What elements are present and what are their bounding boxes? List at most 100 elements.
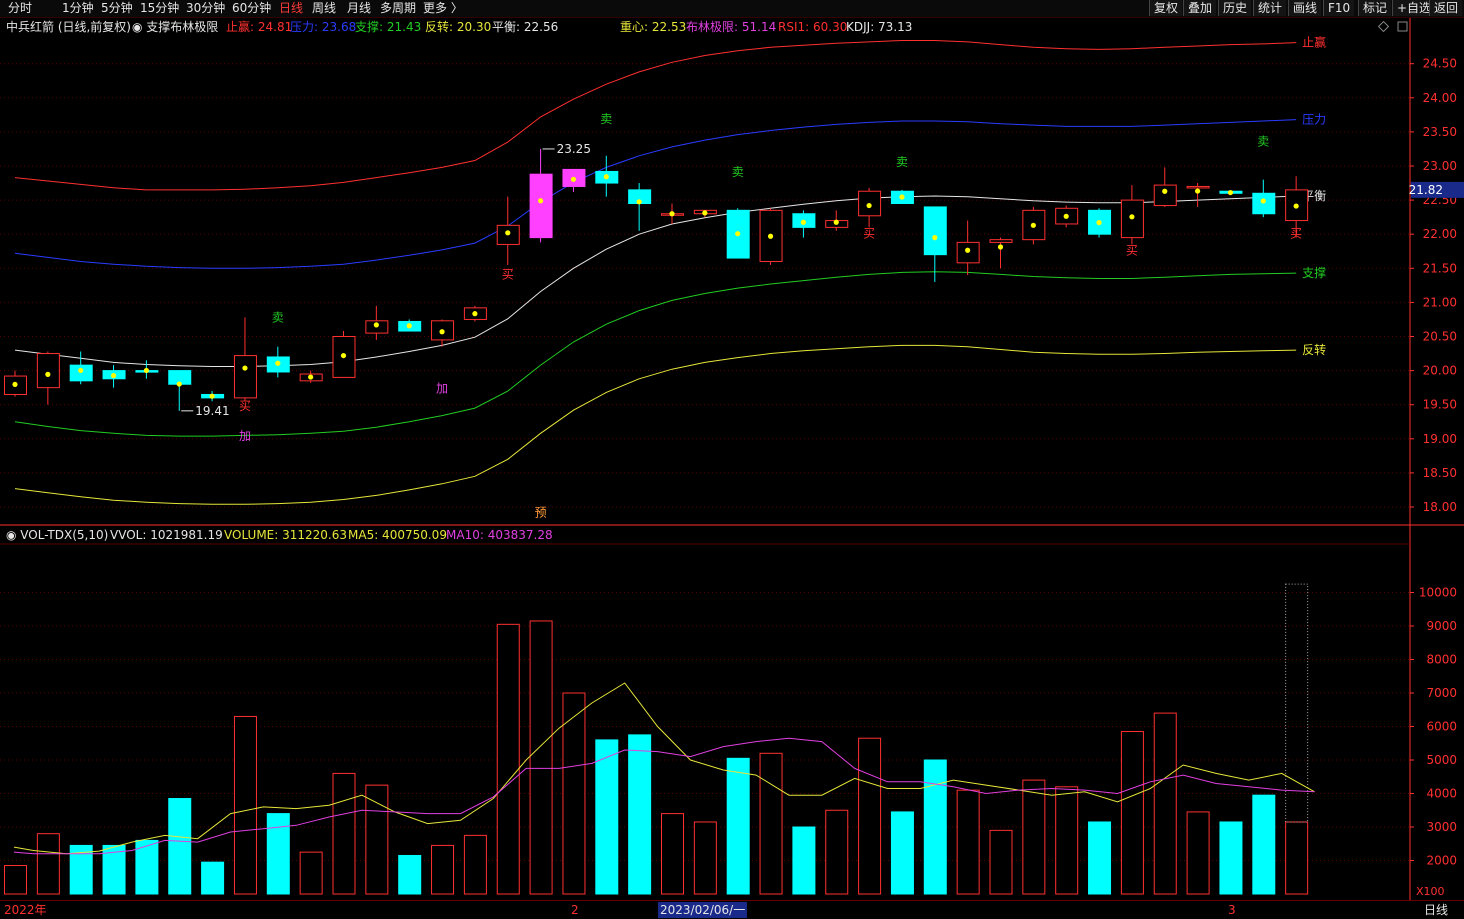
candle-center-dot	[702, 210, 708, 216]
price-tick-label: 19.50	[1423, 398, 1457, 412]
price-annotation: 23.25	[557, 142, 591, 156]
candle-center-dot	[833, 219, 839, 225]
volume-bar	[365, 784, 389, 895]
candle-body	[529, 173, 553, 239]
volume-tick-label: 7000	[1426, 686, 1457, 700]
candle-body	[1153, 184, 1177, 207]
volume-bar	[233, 715, 257, 895]
candle-body	[989, 239, 1013, 243]
volume-tick-label: 4000	[1426, 787, 1457, 801]
candle-center-dot	[932, 235, 938, 241]
candle-center-dot	[866, 202, 872, 209]
date-axis-label: 2022年	[4, 903, 47, 917]
volume-bar	[463, 834, 487, 895]
date-axis-bar: 2022年 2 2023/02/06/一 3 日线	[0, 900, 1464, 919]
legend-box-icon	[1397, 21, 1408, 32]
price-annotation: 19.41	[195, 404, 229, 418]
volume-bar	[4, 865, 27, 895]
volume-bar	[628, 734, 652, 895]
date-axis-label: 2	[571, 903, 579, 917]
candle-center-dot	[110, 372, 117, 379]
candle-center-dot	[1063, 213, 1069, 219]
signal-marker: 买	[863, 227, 875, 241]
series-line-4	[14, 344, 1297, 505]
volume-tick-label: 6000	[1426, 720, 1457, 734]
candle-center-dot	[242, 365, 248, 371]
price-tick-label: 20.00	[1423, 364, 1457, 378]
volume-bar	[398, 854, 422, 895]
volume-tick-label: 10000	[1419, 586, 1457, 600]
candle-center-dot	[636, 199, 642, 205]
volume-bar	[825, 809, 849, 895]
candle-center-dot	[209, 393, 215, 399]
candle-body	[69, 364, 93, 382]
signal-marker: 卖	[272, 310, 284, 324]
volume-bar	[1186, 811, 1210, 895]
volume-tick-label: 3000	[1426, 820, 1457, 834]
candle-center-dot	[373, 322, 379, 328]
candle-center-dot	[1260, 198, 1266, 204]
volume-bar	[858, 737, 882, 895]
volume-bar	[989, 829, 1013, 895]
volume-tick-label: 2000	[1426, 854, 1457, 868]
candle-center-dot	[176, 381, 182, 387]
signal-marker: 买	[239, 399, 251, 413]
candle-body	[233, 355, 257, 399]
volume-tick-label: 8000	[1426, 653, 1457, 667]
volume-bar	[890, 811, 914, 895]
stock-chart[interactable]: 18.00 18.50 19.00 19.50 20.00 20.50 21.00 21.50…	[0, 0, 1464, 918]
price-tick-label: 19.00	[1423, 432, 1457, 446]
series-end-label: 压力	[1302, 113, 1326, 127]
volume-bar	[661, 813, 684, 895]
candle-center-dot	[45, 371, 51, 377]
candle-center-dot	[538, 198, 544, 204]
volume-bar	[595, 739, 619, 895]
price-tick-label: 22.00	[1423, 227, 1457, 241]
candle-center-dot	[340, 352, 347, 359]
candle-center-dot	[965, 247, 971, 253]
candle-center-dot	[570, 176, 577, 182]
series-end-label: 反转	[1302, 342, 1326, 357]
price-badge: 21.82	[1409, 183, 1443, 197]
candle-body	[36, 353, 60, 389]
candle-center-dot	[997, 244, 1004, 250]
signal-marker: 买	[502, 268, 514, 282]
candle-center-dot	[1293, 203, 1299, 209]
signal-marker: 买	[1290, 227, 1302, 241]
candle-center-dot	[12, 381, 18, 388]
volume-bar	[1022, 779, 1046, 895]
legend-diamond-icon	[1377, 20, 1390, 33]
price-tick-label: 23.00	[1423, 159, 1457, 173]
candle-center-dot	[505, 230, 511, 236]
candle-center-dot	[472, 311, 478, 317]
volume-bar	[1219, 821, 1243, 895]
signal-marker: 买	[1126, 244, 1138, 258]
candle-center-dot	[1162, 188, 1168, 194]
candle-body	[923, 206, 947, 256]
price-tick-label: 20.50	[1423, 330, 1457, 344]
volume-bar	[201, 861, 225, 895]
volume-bar	[1120, 731, 1144, 895]
candle-body	[1252, 192, 1276, 215]
volume-bar	[956, 789, 980, 895]
date-axis-label: 3	[1228, 903, 1236, 917]
volume-tick-label: 9000	[1426, 619, 1457, 633]
price-tick-label: 24.00	[1423, 91, 1457, 105]
signal-marker: 加	[436, 381, 448, 395]
candle-center-dot	[735, 231, 741, 237]
volume-bar	[332, 772, 356, 895]
volume-bar	[496, 623, 520, 895]
price-tick-label: 21.50	[1423, 261, 1457, 275]
series-end-label: 支撑	[1302, 265, 1326, 280]
volume-bar	[1252, 794, 1276, 895]
candle-center-dot	[1227, 189, 1234, 196]
price-tick-label: 21.00	[1423, 295, 1457, 309]
candle-center-dot	[78, 367, 84, 374]
price-tick-label: 18.00	[1423, 500, 1457, 514]
candle-center-dot	[1096, 220, 1102, 226]
volume-bar	[923, 759, 947, 895]
candle-center-dot	[669, 211, 675, 217]
candle-center-dot	[1129, 214, 1135, 220]
candle-center-dot	[439, 329, 445, 335]
candle-center-dot	[1195, 188, 1201, 194]
